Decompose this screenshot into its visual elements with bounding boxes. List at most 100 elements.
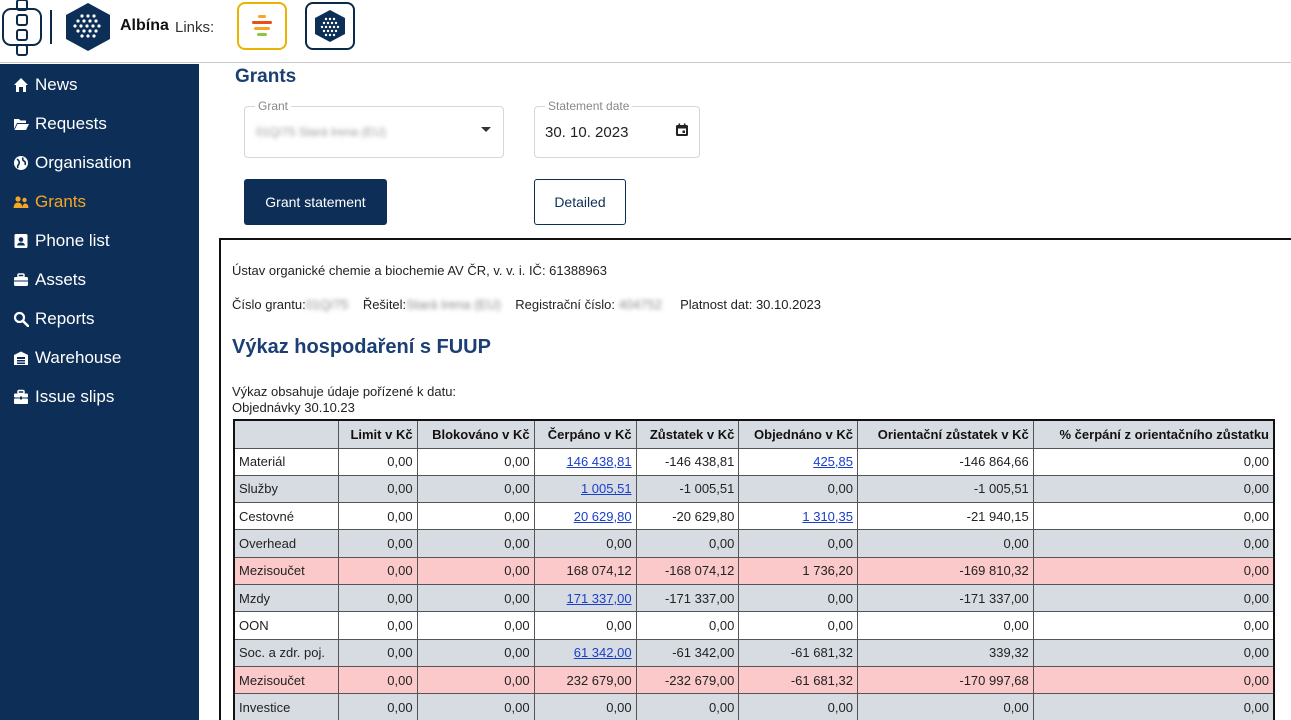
sidebar: News Requests Organisation Grants Phone … bbox=[0, 64, 199, 720]
table-cell: 171 337,00 bbox=[533, 583, 637, 613]
statement-date-field[interactable]: Statement date 30. 10. 2023 bbox=[534, 99, 700, 158]
sidebar-item-news[interactable]: News bbox=[0, 70, 199, 100]
link-tile-2[interactable] bbox=[305, 2, 355, 50]
sidebar-item-reports[interactable]: Reports bbox=[0, 304, 199, 334]
briefcase-icon bbox=[13, 271, 35, 289]
sidebar-item-issue-slips[interactable]: Issue slips bbox=[0, 382, 199, 412]
amount-link[interactable]: 61 342,00 bbox=[574, 645, 632, 660]
statement-date-label: Statement date bbox=[545, 99, 633, 113]
table-cell: 0,00 bbox=[416, 447, 535, 476]
table-cell: 0,00 bbox=[416, 474, 535, 504]
table-cell: 0,00 bbox=[1032, 502, 1275, 531]
table-row: Materiál 0,00 0,00 146 438,81 -146 438,81 425… bbox=[233, 447, 1275, 476]
row-label: Soc. a zdr. poj. bbox=[233, 638, 340, 667]
sidebar-item-organisation[interactable]: Organisation bbox=[0, 148, 199, 178]
sidebar-item-requests[interactable]: Requests bbox=[0, 109, 199, 139]
toolbox-icon bbox=[13, 388, 35, 406]
table-cell: 0,00 bbox=[338, 583, 418, 613]
table-cell: 61 342,00 bbox=[533, 638, 637, 667]
table-row: Cestovné 0,00 0,00 20 629,80 -20 629,80 1 310… bbox=[233, 502, 1275, 531]
warehouse-icon bbox=[13, 349, 35, 367]
table-row: Soc. a zdr. poj. 0,00 0,00 61 342,00 -61 342… bbox=[233, 638, 1275, 667]
statement-date-value: 30. 10. 2023 bbox=[545, 124, 629, 141]
table-cell: 168 074,12 bbox=[533, 556, 637, 585]
table-cell: 0,00 bbox=[533, 529, 637, 558]
table-cell: 0,00 bbox=[533, 611, 637, 640]
table-cell: -232 679,00 bbox=[635, 665, 740, 695]
table-cell: 0,00 bbox=[533, 693, 637, 720]
sidebar-item-label: News bbox=[35, 75, 78, 94]
amount-link[interactable]: 20 629,80 bbox=[574, 509, 632, 524]
row-label: Materiál bbox=[233, 447, 340, 476]
table-cell: 146 438,81 bbox=[533, 447, 637, 476]
row-label: Mezisoučet bbox=[233, 665, 340, 695]
table-cell: 0,00 bbox=[738, 583, 858, 613]
table-cell: -61 342,00 bbox=[635, 638, 740, 667]
table-cell: 0,00 bbox=[338, 693, 418, 720]
table-cell: -170 997,68 bbox=[856, 665, 1034, 695]
grant-select[interactable]: Grant 01Q/75 Stará Irena (EU) bbox=[244, 99, 504, 158]
table-row: Služby 0,00 0,00 1 005,51 -1 005,51 0,00 -1 00… bbox=[233, 474, 1275, 504]
table-cell: 0,00 bbox=[1032, 474, 1275, 504]
table-cell: 0,00 bbox=[416, 693, 535, 720]
sidebar-item-label: Grants bbox=[35, 192, 87, 211]
table-cell: 0,00 bbox=[416, 529, 535, 558]
table-cell: 0,00 bbox=[856, 693, 1034, 720]
grant-statement-button[interactable]: Grant statement bbox=[244, 179, 387, 225]
apps-grid-icon[interactable] bbox=[2, 0, 42, 56]
amount-link[interactable]: 425,85 bbox=[813, 454, 853, 469]
search-icon bbox=[13, 310, 35, 328]
table-cell: 0,00 bbox=[635, 611, 740, 640]
amount-link[interactable]: 171 337,00 bbox=[567, 591, 632, 606]
link-tile-1[interactable] bbox=[237, 2, 287, 50]
table-header-row: Limit v Kč Blokováno v Kč Čerpáno v Kč Zůst… bbox=[233, 419, 1275, 449]
table-cell: 0,00 bbox=[635, 693, 740, 720]
table-cell: -21 940,15 bbox=[856, 502, 1034, 531]
table-cell: 0,00 bbox=[1032, 665, 1275, 695]
sidebar-item-phone-list[interactable]: Phone list bbox=[0, 226, 199, 256]
row-label: OON bbox=[233, 611, 340, 640]
address-book-icon bbox=[13, 232, 35, 250]
table-cell: -61 681,32 bbox=[738, 638, 858, 667]
table-cell: 0,00 bbox=[1032, 447, 1275, 476]
table-cell: 0,00 bbox=[738, 693, 858, 720]
table-cell: 425,85 bbox=[738, 447, 858, 476]
table-cell: 0,00 bbox=[416, 665, 535, 695]
amount-link[interactable]: 146 438,81 bbox=[567, 454, 632, 469]
grant-select-value: 01Q/75 Stará Irena (EU) bbox=[256, 125, 387, 139]
detailed-button[interactable]: Detailed bbox=[534, 179, 626, 225]
row-label: Investice bbox=[233, 693, 340, 720]
table-cell: -61 681,32 bbox=[738, 665, 858, 695]
top-bar: Albína Links: bbox=[0, 0, 1291, 63]
calendar-icon[interactable] bbox=[675, 123, 689, 137]
grant-number-value: 01Q/75 bbox=[305, 297, 349, 312]
registration-label: Registrační číslo: bbox=[515, 297, 615, 312]
table-cell: 0,00 bbox=[338, 556, 418, 585]
grant-select-label: Grant bbox=[255, 99, 292, 113]
table-cell: 0,00 bbox=[856, 611, 1034, 640]
table-cell: 339,32 bbox=[856, 638, 1034, 667]
folder-open-icon bbox=[13, 115, 35, 133]
table-cell: 1 736,20 bbox=[738, 556, 858, 585]
table-cell: 0,00 bbox=[338, 502, 418, 531]
sidebar-item-label: Organisation bbox=[35, 153, 132, 172]
table-row: Mezisoučet 0,00 0,00 168 074,12 -168 074,12 1… bbox=[233, 556, 1275, 585]
albina-logo-icon[interactable] bbox=[64, 2, 112, 52]
table-cell: 0,00 bbox=[416, 583, 535, 613]
amount-link[interactable]: 1 310,35 bbox=[802, 509, 853, 524]
chevron-down-icon[interactable] bbox=[481, 127, 491, 132]
solver-label: Řešitel: bbox=[362, 297, 407, 312]
table-cell: 0,00 bbox=[1032, 638, 1275, 667]
sidebar-item-grants[interactable]: Grants bbox=[0, 187, 199, 217]
sidebar-item-warehouse[interactable]: Warehouse bbox=[0, 343, 199, 373]
report-note-1: Výkaz obsahuje údaje pořízené k datu: bbox=[232, 384, 457, 399]
links-label: Links: bbox=[175, 19, 215, 36]
column-header: % čerpání z orientačního zůstatku bbox=[1032, 419, 1275, 449]
sidebar-item-assets[interactable]: Assets bbox=[0, 265, 199, 295]
amount-link[interactable]: 1 005,51 bbox=[581, 481, 632, 496]
column-header: Objednáno v Kč bbox=[738, 419, 858, 449]
divider bbox=[50, 10, 52, 44]
table-cell: -20 629,80 bbox=[635, 502, 740, 531]
row-label: Mzdy bbox=[233, 583, 340, 613]
grant-number-label: Číslo grantu: bbox=[232, 297, 306, 312]
